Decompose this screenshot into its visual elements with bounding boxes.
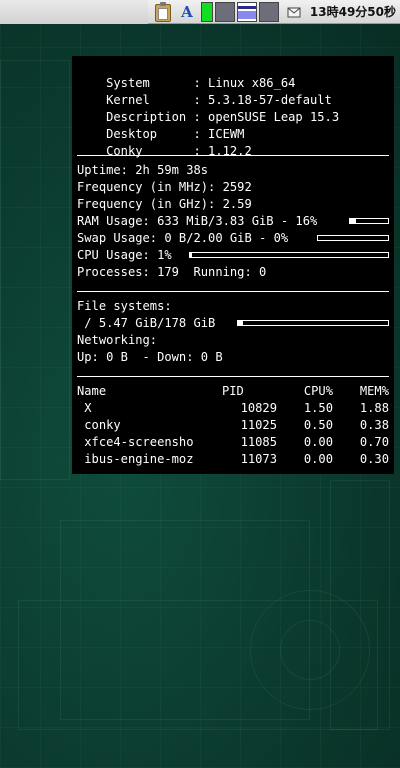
swap-usage-text: Swap Usage: 0 B/2.00 GiB - 0% xyxy=(77,231,289,245)
memory-monitor-graph[interactable] xyxy=(215,2,235,22)
system-tray: A 13時49分50秒 xyxy=(0,0,400,24)
process-mem: 0.38 xyxy=(359,418,389,432)
process-pid: 11025 xyxy=(240,418,277,432)
header-name: Name xyxy=(77,384,107,398)
separator xyxy=(77,291,389,292)
wallpaper-line xyxy=(330,480,390,730)
swap-usage-bar xyxy=(317,235,389,241)
wallpaper-line xyxy=(0,60,70,480)
process-cpu: 0.00 xyxy=(303,435,333,449)
freq-mhz-text: Frequency (in MHz): 2592 xyxy=(77,180,252,194)
process-mem: 1.88 xyxy=(359,401,389,415)
conky-panel: System : Linux x86_64 Kernel : 5.3.18-57… xyxy=(72,56,394,474)
process-pid: 10829 xyxy=(240,401,277,415)
process-name: conky xyxy=(77,418,121,432)
filesystem-root-bar xyxy=(237,320,389,326)
process-table-header: Name PID CPU% MEM% xyxy=(77,383,391,400)
input-method-icon[interactable]: A xyxy=(178,2,196,22)
cpu-usage-text: CPU Usage: 1% xyxy=(77,248,172,262)
swap-monitor-graph[interactable] xyxy=(259,2,279,22)
ram-usage-bar xyxy=(349,218,389,224)
cpu-monitor-graph[interactable] xyxy=(201,2,213,22)
process-pid: 11085 xyxy=(240,435,277,449)
network-monitor-graph[interactable] xyxy=(237,2,257,22)
filesystems-title: File systems: xyxy=(77,299,172,313)
cpu-usage-bar xyxy=(189,252,389,258)
header-mem: MEM% xyxy=(359,384,389,398)
taskbar-area[interactable] xyxy=(0,0,148,24)
clipboard-icon[interactable] xyxy=(152,2,174,22)
process-row: conky 11025 0.50 0.38 xyxy=(77,417,391,434)
mail-icon[interactable] xyxy=(287,2,301,22)
networking-title: Networking: xyxy=(77,333,158,347)
process-name: X xyxy=(77,401,92,415)
process-table: Name PID CPU% MEM% X 10829 1.50 1.88 con… xyxy=(77,383,391,468)
separator xyxy=(77,155,389,156)
process-pid: 11073 xyxy=(240,452,277,466)
separator xyxy=(77,376,389,377)
process-row: X 10829 1.50 1.88 xyxy=(77,400,391,417)
process-row: ibus-engine-moz 11073 0.00 0.30 xyxy=(77,451,391,468)
process-mem: 0.70 xyxy=(359,435,389,449)
process-name: xfce4-screensho xyxy=(77,435,194,449)
header-cpu: CPU% xyxy=(303,384,333,398)
process-mem: 0.30 xyxy=(359,452,389,466)
filesystem-root-text: / 5.47 GiB/178 GiB xyxy=(77,316,216,330)
process-name: ibus-engine-moz xyxy=(77,452,194,466)
process-cpu: 0.00 xyxy=(303,452,333,466)
ram-usage-text: RAM Usage: 633 MiB/3.83 GiB - 16% xyxy=(77,214,318,228)
networking-text: Up: 0 B - Down: 0 B xyxy=(77,350,223,364)
process-cpu: 0.50 xyxy=(303,418,333,432)
uptime-text: Uptime: 2h 59m 38s xyxy=(77,163,209,177)
clock[interactable]: 13時49分50秒 xyxy=(310,0,396,24)
process-row: xfce4-screensho 11085 0.00 0.70 xyxy=(77,434,391,451)
processes-text: Processes: 179 Running: 0 xyxy=(77,265,267,279)
freq-ghz-text: Frequency (in GHz): 2.59 xyxy=(77,197,252,211)
process-cpu: 1.50 xyxy=(303,401,333,415)
